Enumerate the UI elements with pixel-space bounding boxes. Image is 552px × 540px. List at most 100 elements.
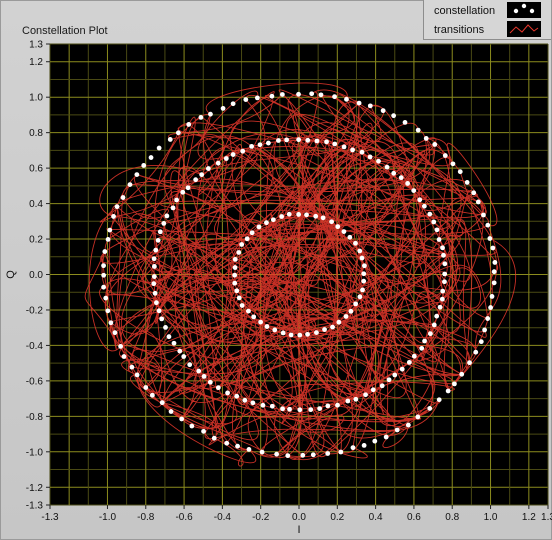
constellation-point: [239, 303, 245, 308]
constellation-point: [258, 319, 264, 325]
constellation-point: [379, 383, 385, 389]
constellation-point: [332, 94, 337, 100]
x-tick-label: 0.0: [292, 512, 306, 523]
constellation-point: [102, 249, 108, 254]
constellation-point: [134, 172, 140, 178]
constellation-point: [234, 393, 240, 399]
constellation-point: [180, 189, 186, 195]
constellation-point: [232, 265, 238, 270]
constellation-point: [287, 406, 292, 412]
y-tick-label: 1.2: [29, 57, 43, 68]
constellation-point: [440, 245, 445, 251]
constellation-point: [445, 388, 451, 394]
constellation-point: [386, 377, 392, 383]
y-axis-label: Q: [5, 270, 17, 279]
y-tick-label: 0.8: [29, 128, 43, 139]
constellation-point: [314, 138, 320, 144]
constellation-point: [199, 172, 205, 178]
constellation-point: [442, 153, 448, 158]
constellation-point: [269, 93, 275, 99]
constellation-point: [250, 400, 256, 406]
constellation-point: [330, 324, 335, 330]
constellation-point: [361, 263, 367, 269]
constellation-point: [338, 449, 344, 455]
constellation-point: [105, 236, 111, 242]
constellation-point: [398, 175, 404, 181]
constellation-point: [105, 308, 111, 314]
constellation-point: [279, 214, 285, 219]
constellation-point: [305, 137, 311, 143]
constellation-point: [143, 385, 149, 390]
constellation-point: [279, 92, 285, 97]
constellation-point: [118, 344, 124, 349]
constellation-point: [341, 144, 347, 150]
constellation-point: [245, 308, 251, 314]
constellation-point: [467, 360, 472, 366]
constellation-point: [436, 237, 442, 242]
constellation-point: [427, 331, 433, 337]
constellation-point: [171, 340, 177, 346]
constellation-point: [402, 120, 408, 125]
constellation-point: [485, 222, 491, 228]
constellation-point: [353, 301, 359, 307]
constellation-point: [310, 452, 316, 458]
constellation-point: [450, 161, 456, 167]
constellation-point: [363, 392, 368, 398]
constellation-point: [350, 147, 356, 153]
constellation-point: [415, 127, 421, 133]
constellation-point: [156, 308, 162, 314]
constellation-point: [367, 154, 373, 160]
constellation-point: [174, 197, 180, 203]
constellation-point: [336, 319, 342, 325]
constellation-point: [286, 211, 292, 217]
constellation-point: [471, 190, 477, 196]
constellation-point: [492, 260, 498, 265]
constellation-point: [101, 263, 106, 269]
y-tick-label: -1.0: [26, 447, 44, 458]
constellation-point: [129, 364, 135, 370]
constellation-point: [384, 164, 390, 170]
constellation-point: [436, 397, 442, 403]
constellation-plot[interactable]: -1.3 -1.0 -0.8 -0.6 -0.4 -0.2 0.0 0.2 0.4 0.6 0.8 1…: [0, 0, 552, 540]
constellation-point: [220, 106, 226, 111]
constellation-point: [411, 353, 417, 359]
constellation-point: [383, 434, 389, 440]
constellation-point: [161, 221, 167, 226]
constellation-point: [103, 295, 109, 301]
x-axis-label: I: [297, 524, 300, 536]
constellation-point: [249, 230, 255, 236]
constellation-point: [335, 224, 341, 230]
constellation-point: [357, 294, 363, 300]
constellation-point: [478, 339, 484, 345]
constellation-point: [348, 308, 354, 314]
constellation-point: [243, 97, 249, 102]
constellation-point: [201, 373, 207, 379]
constellation-point: [481, 212, 486, 218]
constellation-point: [391, 113, 397, 119]
x-tick-label: 0.8: [445, 512, 459, 523]
constellation-point: [432, 142, 438, 147]
constellation-point: [297, 332, 303, 338]
constellation-point: [464, 180, 470, 185]
y-tick-label: -0.2: [26, 305, 44, 316]
constellation-point: [380, 108, 386, 114]
y-tick-label: -0.6: [26, 376, 44, 387]
constellation-point: [264, 220, 269, 226]
constellation-point: [153, 247, 159, 253]
constellation-point: [196, 368, 202, 374]
constellation-point: [121, 354, 127, 359]
constellation-point: [347, 234, 353, 240]
constellation-point: [251, 314, 257, 320]
constellation-point: [151, 281, 157, 287]
constellation-point: [177, 348, 183, 354]
constellation-point: [235, 443, 240, 449]
constellation-point: [300, 452, 306, 458]
x-tick-label: 1.0: [484, 512, 498, 523]
constellation-point: [264, 324, 270, 329]
constellation-point: [434, 313, 440, 319]
constellation-point: [372, 438, 378, 444]
constellation-point: [391, 170, 397, 176]
constellation-point: [185, 185, 191, 191]
constellation-point: [314, 330, 319, 336]
constellation-point: [440, 288, 446, 294]
